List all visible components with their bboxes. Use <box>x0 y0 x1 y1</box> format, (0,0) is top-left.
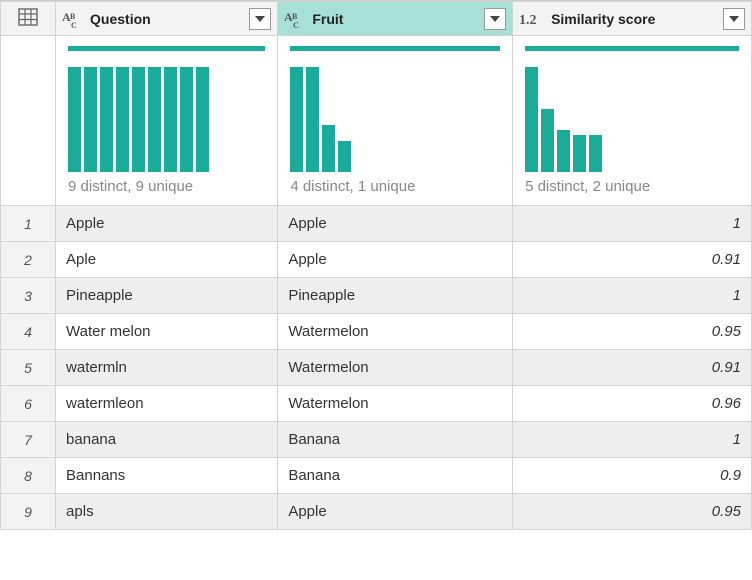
data-cell[interactable]: 0.95 <box>513 494 752 530</box>
column-filter-button[interactable] <box>723 8 745 30</box>
data-cell[interactable]: apls <box>56 494 278 530</box>
data-cell[interactable]: Apple <box>56 206 278 242</box>
chevron-down-icon <box>490 16 500 22</box>
data-cell[interactable]: 0.96 <box>513 386 752 422</box>
table-row[interactable]: 2ApleApple0.91 <box>1 242 752 278</box>
row-number-cell[interactable]: 5 <box>1 350 56 386</box>
column-header-fruit[interactable]: A B C Fruit <box>278 2 513 36</box>
data-grid: A B C Question <box>0 1 752 530</box>
table-icon <box>18 8 38 26</box>
data-cell[interactable]: Apple <box>278 242 513 278</box>
row-number-cell[interactable]: 9 <box>1 494 56 530</box>
distribution-bar <box>84 67 97 172</box>
data-cell[interactable]: 1 <box>513 206 752 242</box>
distribution-bars <box>525 51 739 178</box>
distribution-bar <box>132 67 145 172</box>
svg-text:1.2: 1.2 <box>519 13 537 28</box>
data-cell[interactable]: watermleon <box>56 386 278 422</box>
distribution-bar <box>180 67 193 172</box>
distribution-bar <box>589 135 602 172</box>
distribution-bar <box>116 67 129 172</box>
distribution-bar <box>306 67 319 172</box>
data-cell[interactable]: Banana <box>278 458 513 494</box>
table-row[interactable]: 5watermlnWatermelon0.91 <box>1 350 752 386</box>
row-number-cell[interactable]: 2 <box>1 242 56 278</box>
data-cell[interactable]: Banana <box>278 422 513 458</box>
data-cell[interactable]: Watermelon <box>278 350 513 386</box>
data-cell[interactable]: banana <box>56 422 278 458</box>
table-row[interactable]: 3PineapplePineapple1 <box>1 278 752 314</box>
svg-text:C: C <box>71 21 77 29</box>
chevron-down-icon <box>729 16 739 22</box>
column-filter-button[interactable] <box>249 8 271 30</box>
distribution-bar <box>164 67 177 172</box>
data-cell[interactable]: 1 <box>513 278 752 314</box>
data-cell[interactable]: Water melon <box>56 314 278 350</box>
data-cell[interactable]: 0.91 <box>513 350 752 386</box>
table-row[interactable]: 9aplsApple0.95 <box>1 494 752 530</box>
data-cell[interactable]: 1 <box>513 422 752 458</box>
distribution-bar <box>148 67 161 172</box>
row-number-cell[interactable]: 8 <box>1 458 56 494</box>
profile-stats: 4 distinct, 1 unique <box>290 178 500 195</box>
table-row[interactable]: 1AppleApple1 <box>1 206 752 242</box>
header-row: A B C Question <box>1 2 752 36</box>
distribution-bar <box>290 67 303 172</box>
distribution-bar <box>68 67 81 172</box>
row-number-cell[interactable]: 7 <box>1 422 56 458</box>
text-type-icon: A B C <box>62 9 84 29</box>
row-number-cell[interactable]: 4 <box>1 314 56 350</box>
column-header-question[interactable]: A B C Question <box>56 2 278 36</box>
svg-text:B: B <box>70 12 76 21</box>
table-row[interactable]: 6watermleonWatermelon0.96 <box>1 386 752 422</box>
column-header-label: Fruit <box>312 11 478 27</box>
row-number-cell[interactable]: 1 <box>1 206 56 242</box>
select-all-corner[interactable] <box>1 2 56 36</box>
chevron-down-icon <box>255 16 265 22</box>
distribution-bar <box>322 125 335 172</box>
column-filter-button[interactable] <box>484 8 506 30</box>
data-cell[interactable]: Aple <box>56 242 278 278</box>
distribution-bars <box>290 51 500 178</box>
column-profile-question[interactable]: 9 distinct, 9 unique <box>56 36 278 206</box>
column-header-label: Question <box>90 11 243 27</box>
data-cell[interactable]: Apple <box>278 494 513 530</box>
profile-empty-cell <box>1 36 56 206</box>
distribution-bar <box>573 135 586 172</box>
table-row[interactable]: 8BannansBanana0.9 <box>1 458 752 494</box>
profile-stats: 5 distinct, 2 unique <box>525 178 739 195</box>
profile-stats: 9 distinct, 9 unique <box>68 178 265 195</box>
data-cell[interactable]: 0.95 <box>513 314 752 350</box>
data-cell[interactable]: watermln <box>56 350 278 386</box>
column-profile-fruit[interactable]: 4 distinct, 1 unique <box>278 36 513 206</box>
distribution-bar <box>338 141 351 173</box>
data-cell[interactable]: Watermelon <box>278 314 513 350</box>
data-cell[interactable]: 0.9 <box>513 458 752 494</box>
column-profile-similarity-score[interactable]: 5 distinct, 2 unique <box>513 36 752 206</box>
svg-text:C: C <box>293 21 299 29</box>
data-cell[interactable]: 0.91 <box>513 242 752 278</box>
column-header-similarity-score[interactable]: 1.2 Similarity score <box>513 2 752 36</box>
data-cell[interactable]: Watermelon <box>278 386 513 422</box>
svg-text:B: B <box>292 12 298 21</box>
table-row[interactable]: 7bananaBanana1 <box>1 422 752 458</box>
data-cell[interactable]: Bannans <box>56 458 278 494</box>
distribution-bar <box>525 67 538 172</box>
column-profile-row: 9 distinct, 9 unique 4 distinct, 1 uniqu… <box>1 36 752 206</box>
table-row[interactable]: 4Water melonWatermelon0.95 <box>1 314 752 350</box>
distribution-bar <box>196 67 209 172</box>
text-type-icon: A B C <box>284 9 306 29</box>
distribution-bar <box>541 109 554 172</box>
distribution-bars <box>68 51 265 178</box>
data-cell[interactable]: Pineapple <box>278 278 513 314</box>
column-header-label: Similarity score <box>551 11 717 27</box>
distribution-bar <box>557 130 570 172</box>
decimal-type-icon: 1.2 <box>519 10 545 28</box>
data-cell[interactable]: Pineapple <box>56 278 278 314</box>
row-number-cell[interactable]: 6 <box>1 386 56 422</box>
row-number-cell[interactable]: 3 <box>1 278 56 314</box>
data-cell[interactable]: Apple <box>278 206 513 242</box>
distribution-bar <box>100 67 113 172</box>
